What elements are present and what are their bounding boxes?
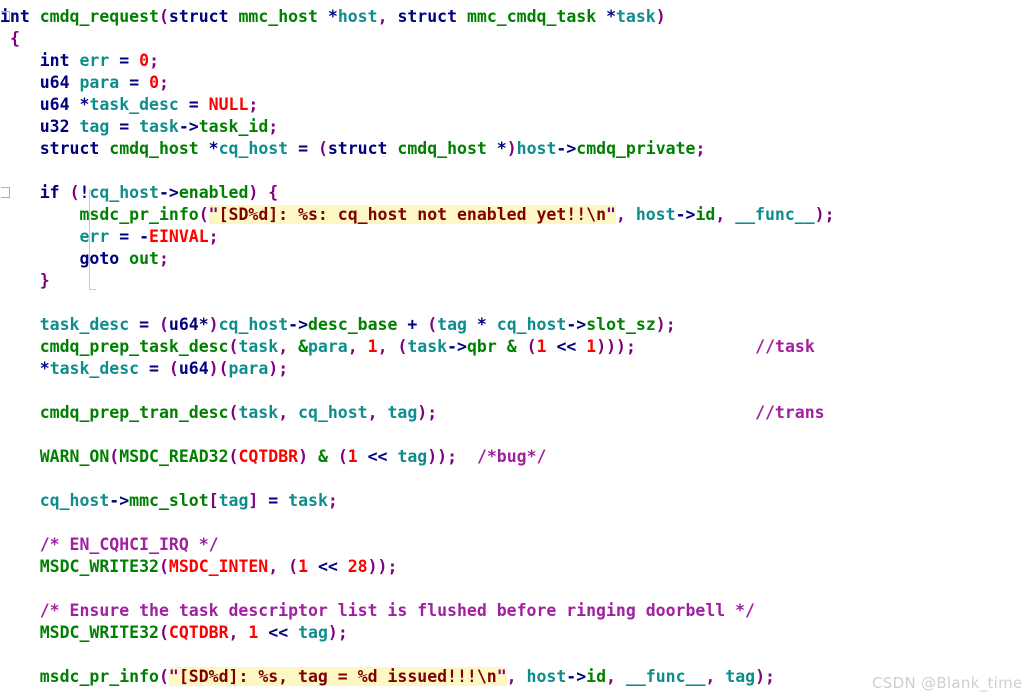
- code-line-28: /* Ensure the task descriptor list is fl…: [39, 601, 755, 620]
- code-line-1: int cmdq_request(struct mmc_host *host, …: [0, 7, 666, 26]
- code-line-12: goto out;: [79, 249, 169, 268]
- code-line-5: u64 *task_desc = NULL;: [39, 95, 259, 114]
- code-line-10: msdc_pr_info("[SD%d]: %s: cq_host not en…: [79, 205, 835, 224]
- code-line-15: task_desc = (u64*)cq_host->desc_base + (…: [39, 315, 676, 334]
- code-content[interactable]: int cmdq_request(struct mmc_host *host, …: [0, 6, 1032, 688]
- code-line-9: if (!cq_host->enabled) {: [39, 183, 279, 202]
- code-line-6: u32 tag = task->task_id;: [39, 117, 279, 136]
- code-line-17: *task_desc = (u64)(para);: [39, 359, 289, 378]
- code-line-19: cmdq_prep_tran_desc(task, cq_host, tag);…: [39, 403, 825, 422]
- code-line-4: u64 para = 0;: [39, 73, 169, 92]
- code-line-29: MSDC_WRITE32(CQTDBR, 1 << tag);: [39, 623, 348, 642]
- csdn-watermark: CSDN @Blank_time: [872, 674, 1023, 692]
- code-line-2: {: [9, 29, 20, 48]
- code-line-16: cmdq_prep_task_desc(task, &para, 1, (tas…: [39, 337, 815, 356]
- code-line-13: }: [39, 271, 50, 290]
- code-line-26: MSDC_WRITE32(MSDC_INTEN, (1 << 28));: [39, 557, 398, 576]
- code-line-23: cq_host->mmc_slot[tag] = task;: [39, 491, 338, 510]
- code-editor-view: int cmdq_request(struct mmc_host *host, …: [0, 0, 1032, 698]
- code-line-21: WARN_ON(MSDC_READ32(CQTDBR) & (1 << tag)…: [39, 447, 547, 466]
- code-line-25: /* EN_CQHCI_IRQ */: [39, 535, 219, 554]
- code-line-3: int err = 0;: [39, 51, 159, 70]
- code-line-7: struct cmdq_host *cq_host = (struct cmdq…: [39, 139, 706, 158]
- code-line-11: err = -EINVAL;: [79, 227, 219, 246]
